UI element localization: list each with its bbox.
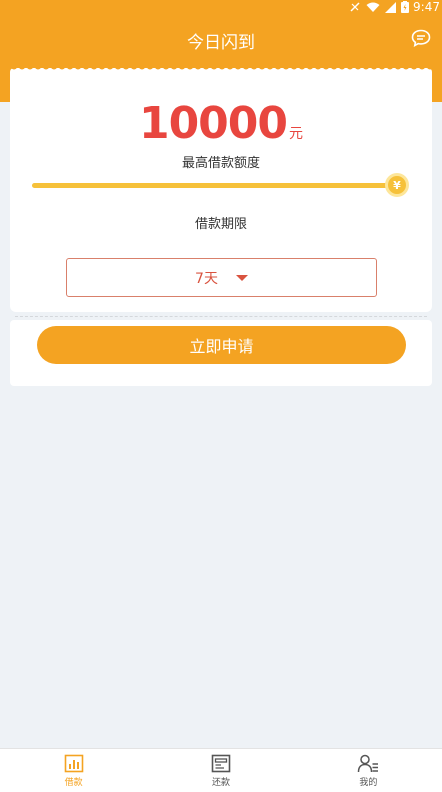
card-scalloped-edge	[10, 66, 432, 74]
bottom-tab-bar: 借款 还款 我的	[0, 748, 442, 792]
amount-slider-knob[interactable]: ¥	[385, 173, 409, 197]
caret-down-icon	[235, 274, 248, 281]
chat-bubble-icon	[411, 29, 431, 47]
term-value: 7天	[195, 270, 218, 287]
status-time: 9:47	[413, 0, 440, 14]
term-select[interactable]: 7天	[66, 258, 377, 297]
card-icon	[211, 754, 231, 772]
tab-mine[interactable]: 我的	[295, 749, 442, 792]
yen-icon: ¥	[393, 178, 401, 192]
dashed-divider	[10, 316, 432, 317]
tab-label-mine: 我的	[359, 777, 378, 788]
apply-button[interactable]: 立即申请	[37, 326, 406, 364]
apply-card: 立即申请	[10, 320, 432, 386]
term-label: 借款期限	[194, 217, 247, 232]
amount-label: 最高借款额度	[181, 156, 260, 171]
amount-unit: 元	[289, 126, 304, 142]
amount-slider-fill	[32, 183, 397, 188]
user-icon	[358, 754, 379, 772]
tab-repay[interactable]: 还款	[147, 749, 294, 792]
loan-card: 10000 元 最高借款额度 ¥ 借款期限 7天	[10, 68, 432, 312]
tab-label-repay: 还款	[211, 777, 230, 788]
tab-loan[interactable]: 借款	[0, 749, 147, 792]
status-bar: 9:47	[0, 0, 442, 14]
tab-label-loan: 借款	[64, 777, 83, 788]
no-signal-icon	[350, 2, 360, 12]
battery-icon	[401, 1, 410, 13]
wifi-icon	[366, 2, 380, 12]
chart-icon	[64, 754, 83, 772]
cell-signal-icon	[385, 1, 397, 13]
page-title: 今日闪到	[187, 33, 255, 53]
amount-slider-track[interactable]	[32, 183, 397, 188]
amount-value: 10000	[138, 98, 288, 149]
loan-amount: 10000 元	[10, 98, 432, 149]
message-button[interactable]	[410, 28, 432, 48]
